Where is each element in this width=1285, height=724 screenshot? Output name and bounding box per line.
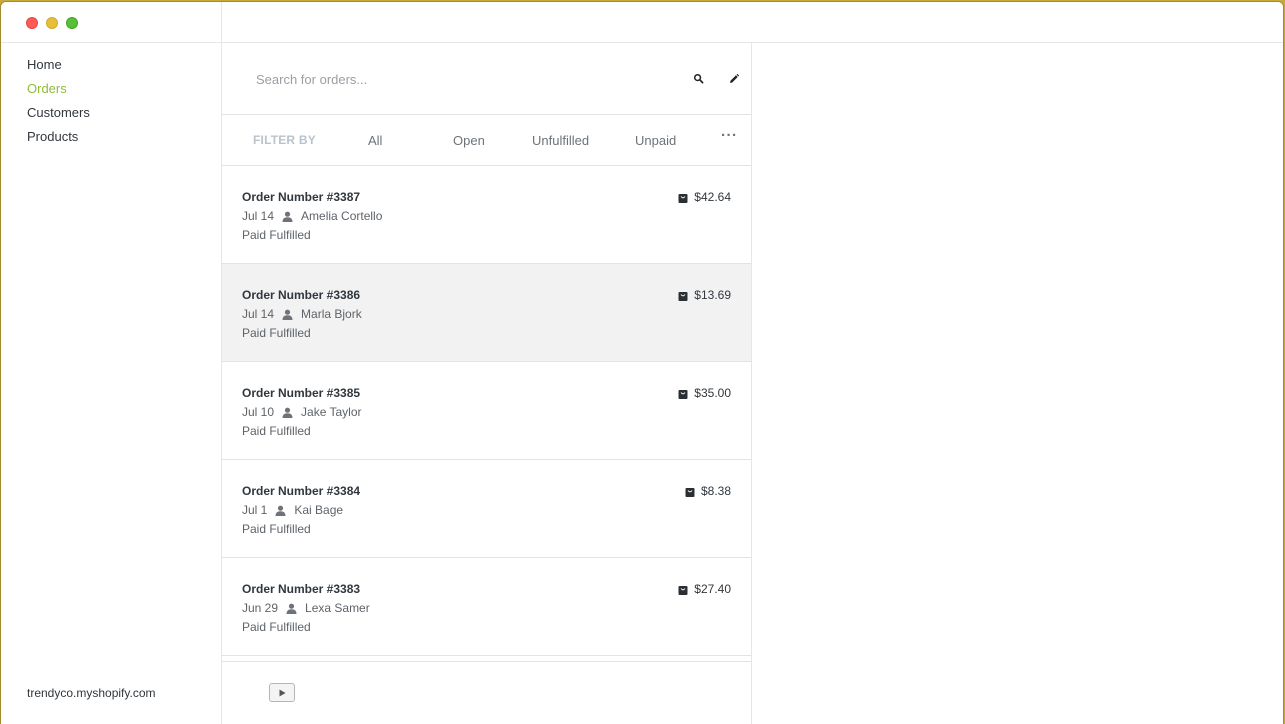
app-window: Home Orders Customers Products trendyco.…: [1, 2, 1283, 724]
search-input[interactable]: [254, 67, 678, 91]
shopping-bag-icon: [678, 290, 688, 301]
order-number: Order Number #3385: [242, 386, 361, 400]
order-date: Jul 14: [242, 307, 275, 321]
order-meta: Jul 1 Kai Bage: [242, 503, 343, 517]
order-date: Jul 14: [242, 209, 275, 223]
play-icon: [279, 689, 286, 697]
filter-by-label: FILTER BY: [253, 133, 316, 147]
pencil-icon[interactable]: [728, 72, 740, 84]
order-total: $8.38: [685, 484, 731, 498]
order-row[interactable]: Order Number #3385 Jul 10 Jake Taylor Pa…: [222, 362, 751, 460]
divider: [221, 2, 222, 42]
person-icon: [282, 407, 293, 418]
orders-list: Order Number #3387 Jul 14 Amelia Cortell…: [222, 166, 751, 656]
order-total: $27.40: [678, 582, 731, 596]
person-icon: [282, 211, 293, 222]
order-status: Paid Fulfilled: [242, 228, 311, 242]
order-total: $42.64: [678, 190, 731, 204]
more-filters-icon[interactable]: ···: [721, 127, 738, 144]
sidebar-item-home[interactable]: Home: [27, 57, 221, 81]
title-bar: [1, 2, 1283, 43]
order-customer: Kai Bage: [294, 503, 344, 517]
order-row[interactable]: Order Number #3386 Jul 14 Marla Bjork Pa…: [222, 264, 751, 362]
order-row[interactable]: Order Number #3383 Jun 29 Lexa Samer Pai…: [222, 558, 751, 656]
order-number: Order Number #3384: [242, 484, 361, 498]
order-row[interactable]: Order Number #3387 Jul 14 Amelia Cortell…: [222, 166, 751, 264]
person-icon: [275, 505, 286, 516]
orders-list-pane: FILTER BY All Open Unfulfilled Unpaid ··…: [222, 43, 752, 724]
minimize-window-button[interactable]: [46, 17, 58, 29]
order-number: Order Number #3386: [242, 288, 361, 302]
order-detail-pane: [752, 43, 1283, 724]
shopping-bag-icon: [685, 486, 695, 497]
order-meta: Jun 29 Lexa Samer: [242, 601, 370, 615]
maximize-window-button[interactable]: [66, 17, 78, 29]
order-status: Paid Fulfilled: [242, 522, 311, 536]
order-status: Paid Fulfilled: [242, 326, 311, 340]
order-number: Order Number #3383: [242, 582, 361, 596]
shopping-bag-icon: [678, 192, 688, 203]
search-icon[interactable]: [693, 72, 705, 84]
order-status: Paid Fulfilled: [242, 620, 311, 634]
order-customer: Amelia Cortello: [301, 209, 383, 223]
order-customer: Jake Taylor: [301, 405, 362, 419]
close-window-button[interactable]: [26, 17, 38, 29]
order-total-value: $8.38: [700, 484, 731, 498]
order-date: Jul 1: [242, 503, 268, 517]
order-date: Jul 10: [242, 405, 275, 419]
shopping-bag-icon: [678, 584, 688, 595]
search-bar: [222, 43, 751, 115]
sidebar: Home Orders Customers Products trendyco.…: [1, 43, 222, 724]
person-icon: [282, 309, 293, 320]
order-number: Order Number #3387: [242, 190, 361, 204]
order-total: $35.00: [678, 386, 731, 400]
person-icon: [286, 603, 297, 614]
order-customer: Marla Bjork: [301, 307, 362, 321]
play-button[interactable]: [269, 683, 295, 702]
filter-all[interactable]: All: [368, 133, 382, 148]
order-meta: Jul 14 Marla Bjork: [242, 307, 362, 321]
filter-bar: FILTER BY All Open Unfulfilled Unpaid ··…: [222, 115, 751, 166]
order-meta: Jul 14 Amelia Cortello: [242, 209, 382, 223]
order-total-value: $42.64: [694, 190, 731, 204]
sidebar-item-customers[interactable]: Customers: [27, 105, 221, 129]
order-total: $13.69: [678, 288, 731, 302]
shopping-bag-icon: [678, 388, 688, 399]
store-domain: trendyco.myshopify.com: [27, 686, 156, 700]
order-total-value: $13.69: [694, 288, 731, 302]
sidebar-nav: Home Orders Customers Products: [1, 43, 221, 153]
order-row[interactable]: Order Number #3384 Jul 1 Kai Bage Paid F…: [222, 460, 751, 558]
filter-unfulfilled[interactable]: Unfulfilled: [532, 133, 589, 148]
sidebar-item-orders[interactable]: Orders: [27, 81, 221, 105]
order-status: Paid Fulfilled: [242, 424, 311, 438]
order-date: Jun 29: [242, 601, 279, 615]
filter-open[interactable]: Open: [453, 133, 485, 148]
order-total-value: $27.40: [694, 582, 731, 596]
order-customer: Lexa Samer: [305, 601, 370, 615]
order-meta: Jul 10 Jake Taylor: [242, 405, 362, 419]
order-total-value: $35.00: [694, 386, 731, 400]
sidebar-item-products[interactable]: Products: [27, 129, 221, 153]
list-footer: [222, 661, 751, 724]
filter-unpaid[interactable]: Unpaid: [635, 133, 676, 148]
